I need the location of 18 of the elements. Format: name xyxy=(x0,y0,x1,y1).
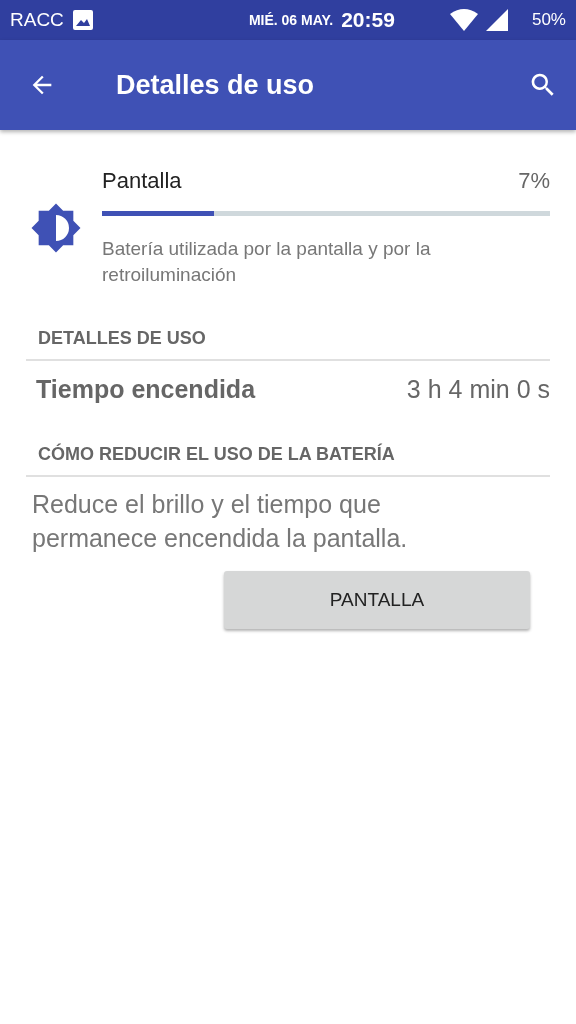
battery-percent: 50% xyxy=(531,10,566,30)
section-header: CÓMO REDUCIR EL USO DE LA BATERÍA xyxy=(26,430,550,477)
usage-percent: 7% xyxy=(518,168,550,194)
detail-label: Tiempo encendida xyxy=(36,375,256,404)
status-date: MIÉ. 06 MAY. xyxy=(248,12,334,28)
signal-icon xyxy=(485,9,508,31)
screen-button[interactable]: PANTALLA xyxy=(224,571,530,629)
usage-name: Pantalla xyxy=(102,168,182,194)
section-header: DETALLES DE USO xyxy=(26,314,550,361)
wifi-icon xyxy=(449,9,478,31)
tip-text: Reduce el brillo y el tiempo que permanece encendida la pantalla. xyxy=(32,489,409,554)
status-time: 20:59 xyxy=(341,8,395,32)
usage-description: Batería utilizada por la pantalla y por la retroiluminación xyxy=(102,237,432,287)
carrier-name: RACC xyxy=(10,9,64,31)
brightness-icon xyxy=(30,202,82,254)
screen-title: Detalles de uso xyxy=(116,69,316,101)
detail-value: 3 h 4 min 0 s xyxy=(406,375,550,404)
image-icon xyxy=(71,9,94,31)
